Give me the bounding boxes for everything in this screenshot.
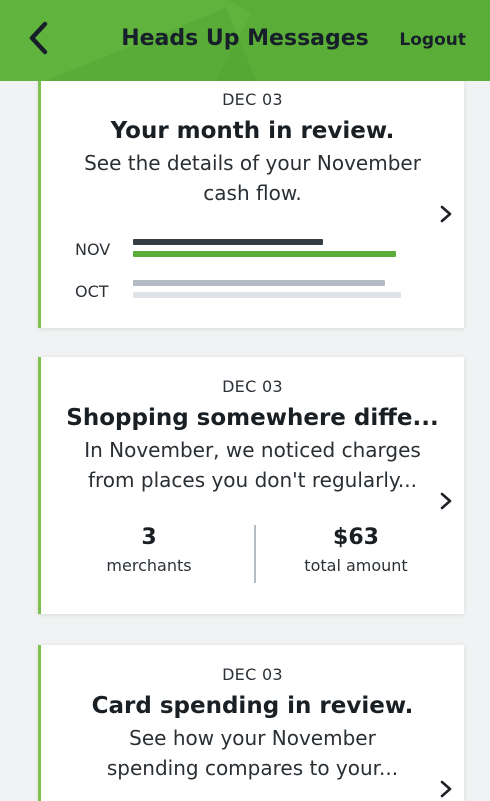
bar-label: OCT: [75, 282, 109, 301]
bar-row-nov: NOV: [75, 236, 404, 262]
oct-income-bar: [133, 292, 401, 298]
stat-label: merchants: [106, 556, 192, 575]
card-description: See the details of your November cash fl…: [41, 148, 464, 208]
stat-value: 3: [141, 525, 157, 550]
stats-row: 3 merchants $63 total amount: [41, 525, 464, 585]
card-description-line: from places you don't regularly...: [87, 468, 417, 492]
card-description-line: In November, we noticed charges: [84, 438, 421, 462]
nov-income-bar: [133, 251, 396, 257]
back-button[interactable]: [20, 18, 56, 58]
stat-merchants: 3 merchants: [49, 525, 249, 575]
stat-total-amount: $63 total amount: [256, 525, 456, 575]
bar-label: NOV: [75, 240, 111, 259]
card-description-line: See the details of your November: [84, 151, 421, 175]
nov-spend-bar: [133, 239, 323, 245]
message-card-shopping[interactable]: DEC 03 Shopping somewhere diffe... In No…: [38, 357, 464, 614]
card-description: See how your November spending compares …: [41, 723, 464, 783]
card-date: DEC 03: [222, 377, 283, 396]
chevron-right-icon[interactable]: [438, 204, 454, 224]
bar-row-oct: OCT: [75, 278, 404, 304]
card-description: In November, we noticed charges from pla…: [41, 435, 464, 495]
card-title: Card spending in review.: [91, 693, 414, 719]
card-date: DEC 03: [222, 90, 283, 109]
chevron-right-icon[interactable]: [438, 491, 454, 511]
chevron-right-icon[interactable]: [438, 779, 454, 799]
message-card-card-spending[interactable]: DEC 03 Card spending in review. See how …: [38, 645, 464, 801]
card-description-line: See how your November: [129, 726, 376, 750]
card-description-line: spending compares to your...: [106, 756, 399, 780]
card-title: Your month in review.: [110, 118, 395, 144]
message-card-month-review[interactable]: DEC 03 Your month in review. See the det…: [38, 58, 464, 328]
card-title: Shopping somewhere diffe...: [66, 405, 439, 431]
app-header: Heads Up Messages Logout: [0, 0, 490, 81]
logout-button[interactable]: Logout: [399, 30, 466, 50]
card-description-line: cash flow.: [203, 181, 302, 205]
chevron-left-icon: [29, 21, 48, 55]
stat-value: $63: [333, 525, 379, 550]
card-date: DEC 03: [222, 665, 283, 684]
oct-spend-bar: [133, 280, 385, 286]
stat-label: total amount: [304, 556, 408, 575]
